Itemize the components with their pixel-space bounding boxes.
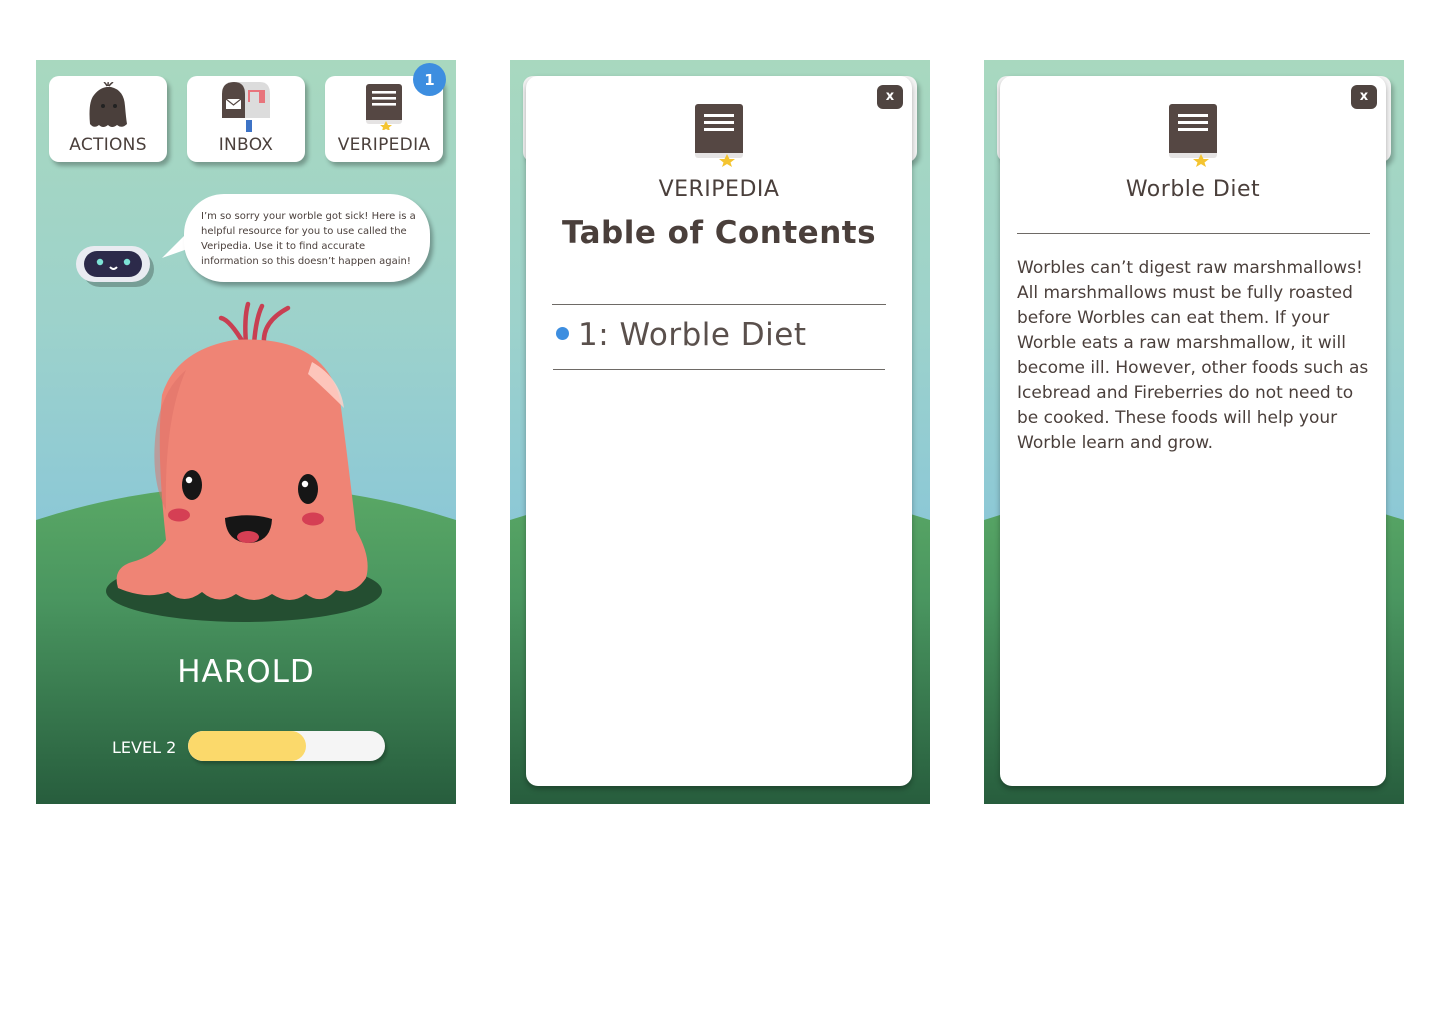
modal-subtitle: VERIPEDIA bbox=[658, 177, 780, 202]
mailbox-icon bbox=[187, 82, 305, 136]
close-button[interactable]: x bbox=[1351, 85, 1377, 109]
level-label: LEVEL 2 bbox=[112, 738, 177, 757]
speech-bubble: I’m so sorry your worble got sick! Here … bbox=[184, 194, 430, 282]
pet-home-screen: ACTIONS INBOX VERIPEDIA 1 I’m so sorry y… bbox=[36, 60, 456, 804]
inbox-label: INBOX bbox=[218, 135, 274, 155]
pet-name: HAROLD bbox=[177, 654, 315, 690]
toc-entry-label: 1: Worble Diet bbox=[578, 317, 807, 353]
article-body: Worbles can’t digest raw marshmallows! A… bbox=[1017, 258, 1369, 453]
divider bbox=[1017, 233, 1370, 234]
close-button[interactable]: x bbox=[877, 85, 903, 109]
veripedia-label: VERIPEDIA bbox=[337, 135, 431, 155]
divider bbox=[553, 369, 885, 370]
bullet-icon bbox=[556, 327, 569, 340]
divider bbox=[552, 304, 886, 305]
veripedia-toc-screen: x VERIPEDIA Table of Contents 1: Worble … bbox=[510, 60, 930, 804]
article-modal: x Worble Diet Worbles can’t digest raw m… bbox=[1000, 76, 1386, 786]
level-progress-bar bbox=[188, 731, 385, 761]
inbox-button[interactable]: INBOX bbox=[187, 76, 305, 162]
level-progress-fill bbox=[188, 731, 307, 761]
veripedia-modal: x VERIPEDIA Table of Contents 1: Worble … bbox=[526, 76, 912, 786]
book-icon bbox=[694, 103, 744, 171]
worble-pet[interactable] bbox=[104, 300, 388, 634]
modal-title: Table of Contents bbox=[561, 215, 877, 251]
worble-silhouette-icon bbox=[49, 81, 167, 134]
notification-badge: 1 bbox=[413, 63, 446, 96]
article-title: Worble Diet bbox=[1125, 177, 1261, 202]
actions-label: ACTIONS bbox=[69, 135, 147, 155]
book-icon bbox=[1168, 103, 1218, 171]
veripedia-article-screen: x Worble Diet Worbles can’t digest raw m… bbox=[984, 60, 1404, 804]
actions-button[interactable]: ACTIONS bbox=[49, 76, 167, 162]
robot-helper-icon[interactable] bbox=[76, 246, 156, 294]
robot-message: I’m so sorry your worble got sick! Here … bbox=[201, 211, 416, 267]
